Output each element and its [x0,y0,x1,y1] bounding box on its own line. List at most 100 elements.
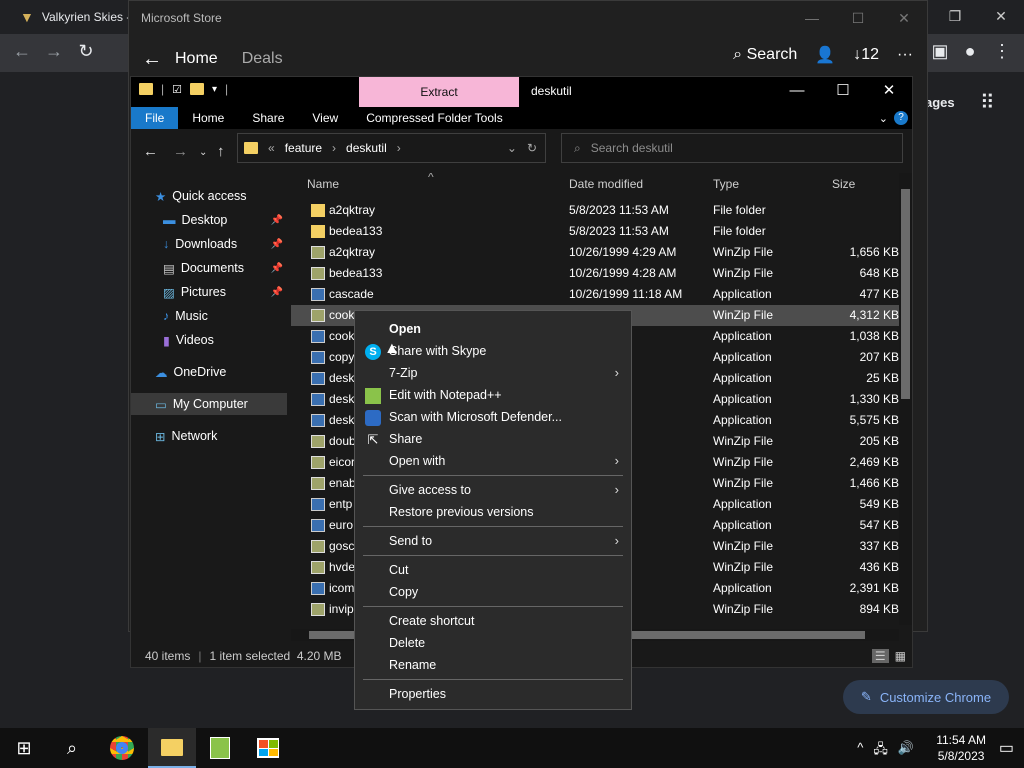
refresh-icon[interactable]: ↻ [527,141,537,155]
column-header-name[interactable]: Name [307,177,339,191]
taskbar-chrome[interactable] [98,728,146,768]
chrome-restore-icon[interactable]: ❐ [932,0,978,32]
vertical-scroll-thumb[interactable] [901,189,910,399]
chrome-forward-icon[interactable]: → [40,41,68,62]
table-row[interactable]: a2qktray 10/26/1999 4:29 AM WinZip File 1,6… [291,242,899,263]
menu-open[interactable]: Open [389,322,421,336]
store-nav-deals[interactable]: Deals [242,50,283,68]
nav-music[interactable]: ♪ Music [163,305,287,327]
chevron-up-icon[interactable]: ^ [857,740,863,762]
nav-quick-access[interactable]: ★ Quick access [155,185,285,207]
large-icons-view-icon[interactable]: ▦ [895,649,906,663]
taskbar-search-button[interactable]: ⌕ [48,728,96,768]
chrome-tab[interactable]: ▼ Valkyrien Skies - [6,2,136,32]
menu-share-with-skype[interactable]: Share with Skype [389,344,486,358]
menu-give-access-to[interactable]: Give access to [389,483,471,497]
menu-open-with[interactable]: Open with [389,454,445,468]
nav-desktop[interactable]: ▬ Desktop 📌 [163,209,287,231]
table-row[interactable]: cascade 10/26/1999 11:18 AM Application 477… [291,284,899,305]
search-input[interactable]: ⌕ Search deskutil [561,133,903,163]
file-size: 4,312 KB [849,308,899,322]
new-folder-icon[interactable] [190,83,204,95]
store-back-icon[interactable]: ← [129,48,175,71]
status-divider: | [198,649,202,663]
chrome-back-icon[interactable]: ← [8,41,36,62]
table-row[interactable]: bedea133 5/8/2023 11:53 AM File folder [291,221,899,242]
menu-share[interactable]: Share [389,432,422,446]
customize-chrome-button[interactable]: ✎ Customize Chrome [843,680,1009,714]
nav-downloads[interactable]: ↓ Downloads 📌 [163,233,287,255]
column-header-date[interactable]: Date modified [569,177,643,191]
menu-delete[interactable]: Delete [389,636,425,650]
store-maximize-icon[interactable]: ☐ [835,1,881,35]
menu-send-to[interactable]: Send to [389,534,432,548]
customize-qat-icon[interactable]: ▾ [212,84,217,95]
up-icon[interactable]: ↑ [217,143,225,160]
breadcrumb-feature[interactable]: feature [285,141,322,155]
menu-rename[interactable]: Rename [389,658,436,672]
tab-file[interactable]: File [131,107,179,129]
store-downloads-button[interactable]: ↓12 [853,46,879,64]
properties-check-icon[interactable]: ☑ [172,83,182,96]
explorer-close-icon[interactable]: ✕ [866,77,912,105]
start-button[interactable]: ⊞ [0,728,48,768]
chrome-apps-icon[interactable]: ⠿ [980,90,995,115]
menu-create-shortcut[interactable]: Create shortcut [389,614,474,628]
menu-edit-with-notepad[interactable]: Edit with Notepad++ [389,388,502,402]
table-row[interactable]: bedea133 10/26/1999 4:28 AM WinZip File 648… [291,263,899,284]
tab-share[interactable]: Share [238,107,298,129]
menu-properties[interactable]: Properties [389,687,446,701]
menu-copy[interactable]: Copy [389,585,418,599]
menu-restore-previous-versions[interactable]: Restore previous versions [389,505,534,519]
menu-7zip[interactable]: 7-Zip [389,366,417,380]
address-bar[interactable]: « feature › deskutil › ⌄ ↻ [237,133,546,163]
chrome-menu-icon[interactable]: ⋮ [988,41,1016,62]
details-view-icon[interactable]: ☰ [871,649,889,663]
chrome-profile-icon[interactable]: ● [956,41,984,62]
store-close-icon[interactable]: ✕ [881,1,927,35]
store-more-icon[interactable]: ··· [897,46,913,64]
table-row[interactable]: a2qktray 5/8/2023 11:53 AM File folder [291,200,899,221]
nav-videos[interactable]: ▮ Videos [163,329,287,351]
ribbon-expand-icon[interactable]: ⌄ [879,112,888,125]
chrome-close-icon[interactable]: ✕ [978,0,1024,32]
taskbar-microsoft-store[interactable] [244,728,292,768]
explorer-minimize-icon[interactable]: — [774,77,820,105]
back-icon[interactable]: ← [143,143,158,160]
tab-home[interactable]: Home [178,107,238,129]
menu-scan-with-defender[interactable]: Scan with Microsoft Defender... [389,410,562,424]
column-header-type[interactable]: Type [713,177,739,191]
nav-pictures[interactable]: ▨ Pictures 📌 [163,281,287,303]
tab-compressed-folder-tools[interactable]: Compressed Folder Tools [352,107,517,129]
taskbar-file-explorer[interactable] [148,728,196,768]
address-overflow[interactable]: « [268,141,275,155]
nav-onedrive[interactable]: ☁ OneDrive [155,361,285,383]
help-icon[interactable]: ? [894,111,908,125]
explorer-maximize-icon[interactable]: ☐ [820,77,866,105]
volume-icon[interactable]: 🔊 [898,740,914,762]
menu-cut[interactable]: Cut [389,563,408,577]
recent-locations-icon[interactable]: ⌄ [199,147,207,158]
breadcrumb-deskutil[interactable]: deskutil [346,141,387,155]
chrome-sidepanel-icon[interactable]: ▣ [926,41,954,62]
taskbar-notepad-plus-plus[interactable] [196,728,244,768]
forward-icon[interactable]: → [173,143,188,160]
store-account-icon[interactable]: 👤 [815,45,835,65]
extract-tab[interactable]: Extract [359,77,519,107]
nav-network[interactable]: ⊞ Network [155,425,285,447]
store-nav-home[interactable]: Home [175,50,218,68]
vertical-scrollbar[interactable] [899,173,912,625]
store-minimize-icon[interactable]: — [789,1,835,35]
clock[interactable]: 11:54 AM 5/8/2023 [936,732,986,764]
address-dropdown-icon[interactable]: ⌄ [507,141,517,155]
tab-view[interactable]: View [298,107,352,129]
store-search-button[interactable]: ⌕ Search [733,46,797,64]
network-icon[interactable]: 🖧 [873,740,888,762]
pin-icon: 📌 [270,262,283,274]
zip-file-icon [311,267,325,281]
column-header-size[interactable]: Size [832,177,855,191]
nav-documents[interactable]: ▤ Documents 📌 [163,257,287,279]
nav-my-computer[interactable]: ▭ My Computer [131,393,287,415]
chrome-reload-icon[interactable]: ↻ [72,41,100,62]
notification-icon[interactable]: ▭ [999,738,1014,758]
